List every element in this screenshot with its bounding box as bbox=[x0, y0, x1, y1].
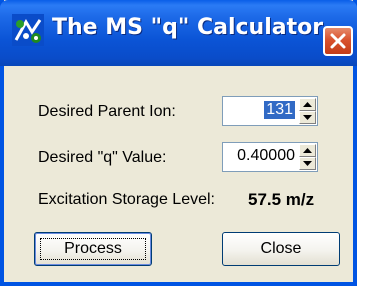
q-value-spinner[interactable]: 0.40000 bbox=[222, 142, 318, 172]
calculator-dialog: The MS "q" Calculator Desired Parent Ion… bbox=[0, 0, 357, 286]
spin-up-button[interactable] bbox=[299, 98, 316, 111]
parent-ion-spin-arrows[interactable] bbox=[299, 98, 316, 124]
app-icon bbox=[12, 14, 44, 46]
q-value-spin-arrows[interactable] bbox=[299, 144, 316, 170]
arrow-up-icon bbox=[303, 102, 312, 107]
q-value-label: Desired "q" Value: bbox=[38, 149, 167, 166]
storage-level-label: Excitation Storage Level: bbox=[38, 191, 215, 208]
close-window-button[interactable] bbox=[323, 26, 353, 56]
window-title: The MS "q" Calculator bbox=[52, 15, 324, 40]
arrow-down-icon bbox=[303, 115, 312, 120]
q-value-input[interactable]: 0.40000 bbox=[237, 147, 295, 165]
parent-ion-label: Desired Parent Ion: bbox=[38, 103, 176, 120]
title-bar[interactable]: The MS "q" Calculator bbox=[0, 0, 357, 66]
parent-ion-input[interactable]: 131 bbox=[264, 101, 295, 119]
close-button-label: Close bbox=[260, 240, 302, 257]
arrow-down-icon bbox=[303, 161, 312, 166]
spin-down-button[interactable] bbox=[299, 111, 316, 124]
close-button[interactable]: Close bbox=[222, 232, 340, 266]
spin-up-button[interactable] bbox=[299, 144, 316, 157]
storage-level-value: 57.5 m/z bbox=[248, 190, 315, 209]
focus-indicator bbox=[40, 238, 146, 260]
process-button[interactable]: Process bbox=[34, 232, 152, 266]
parent-ion-spinner[interactable]: 131 bbox=[222, 96, 318, 126]
spin-down-button[interactable] bbox=[299, 157, 316, 170]
close-icon bbox=[330, 33, 346, 49]
arrow-up-icon bbox=[303, 148, 312, 153]
